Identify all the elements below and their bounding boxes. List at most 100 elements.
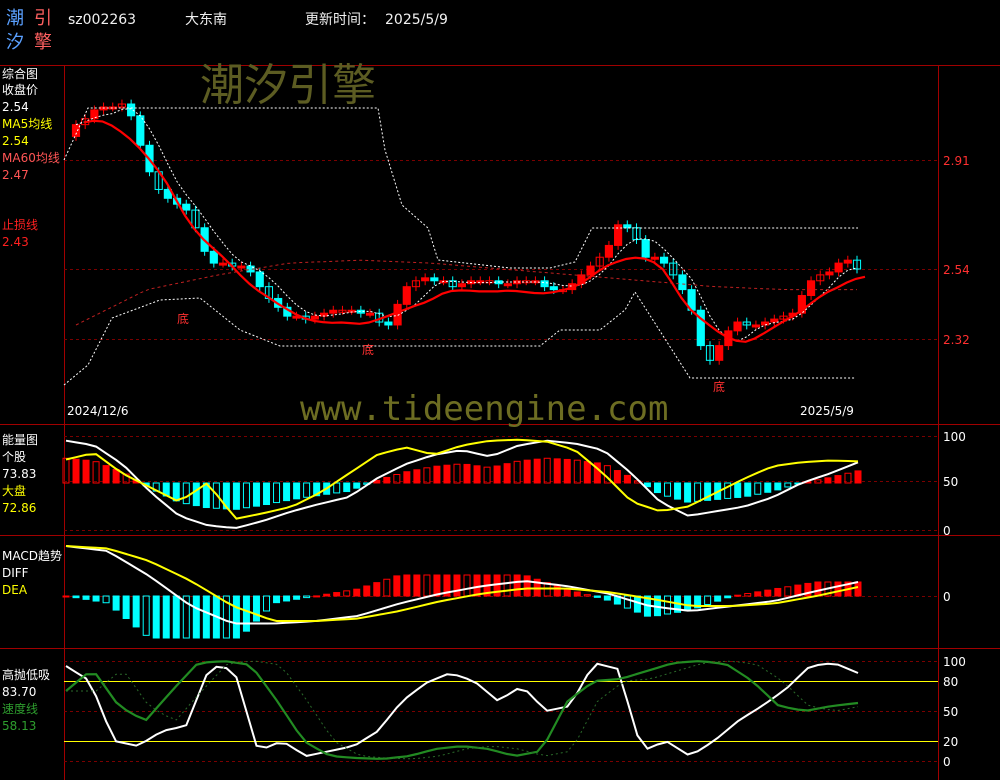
main-price-chart xyxy=(63,99,866,386)
energy-bar xyxy=(764,482,772,493)
macd-bar xyxy=(273,595,281,604)
macd-bar xyxy=(413,574,421,597)
candle-body xyxy=(421,277,430,282)
macd-bar xyxy=(774,587,782,597)
energy-market-value: 72.86 xyxy=(2,501,36,515)
energy-bar xyxy=(413,469,421,484)
candle-body xyxy=(604,244,614,258)
candle-body xyxy=(843,259,852,264)
energy-bar xyxy=(172,482,180,502)
legend-ma60-value: 2.47 xyxy=(2,168,29,182)
energy-bar xyxy=(273,482,281,504)
macd-bar xyxy=(112,595,120,611)
macd-bar xyxy=(252,595,260,622)
candle-body xyxy=(402,286,411,305)
y-tick-main-2: 2.54 xyxy=(943,263,970,277)
energy-bar xyxy=(503,463,511,484)
candle-body xyxy=(384,321,393,326)
y-tick-tide-100: 100 xyxy=(943,655,966,669)
tide-speed-label: 速度线 xyxy=(2,701,38,716)
energy-bar xyxy=(62,457,70,484)
y-tick-main-1: 2.91 xyxy=(943,154,970,168)
energy-bar xyxy=(383,476,391,484)
macd-bar xyxy=(734,594,742,597)
candle-body xyxy=(237,265,246,269)
energy-bar xyxy=(774,482,782,491)
candle-body xyxy=(127,103,136,117)
candle-body xyxy=(770,318,779,323)
energy-bar xyxy=(563,458,571,484)
candle-body xyxy=(255,271,264,288)
energy-bar xyxy=(533,458,541,484)
candle-body xyxy=(540,280,549,288)
tide-legend: 高抛低吸 83.70 速度线 58.13 xyxy=(2,667,50,733)
lower-channel xyxy=(63,291,856,386)
energy-bar xyxy=(674,482,682,500)
candle-body xyxy=(806,280,816,297)
legend-close-value: 2.54 xyxy=(2,100,29,114)
right-axis: 2.91 2.54 2.32 100 50 0 0 100 80 50 20 0 xyxy=(943,154,970,769)
energy-bar xyxy=(623,474,631,484)
energy-bar xyxy=(573,459,581,484)
energy-bar xyxy=(283,482,291,502)
header: 潮 引 汐 擎 sz002263 大东南 更新时间： 2025/5/9 xyxy=(6,8,448,53)
energy-bar xyxy=(263,482,271,506)
legend-ma60-label: MA60均线 xyxy=(2,151,60,165)
y-tick-main-3: 2.32 xyxy=(943,333,970,347)
macd-bar xyxy=(62,595,70,598)
macd-chart xyxy=(62,545,862,639)
macd-bar xyxy=(172,595,180,639)
energy-bar xyxy=(834,475,842,484)
candle-body xyxy=(751,324,761,328)
chart-canvas: 潮 引 汐 擎 sz002263 大东南 更新时间： 2025/5/9 潮汐引擎… xyxy=(0,8,1000,780)
site-watermark: www.tideengine.com xyxy=(300,389,668,429)
candle-body xyxy=(430,277,439,282)
energy-bar xyxy=(242,482,250,509)
y-tick-macd-0: 0 xyxy=(943,590,951,604)
energy-bar xyxy=(784,482,792,488)
energy-bar xyxy=(824,477,832,484)
energy-bar xyxy=(553,458,561,484)
y-tick-tide-50: 50 xyxy=(943,705,958,719)
candle-body xyxy=(586,265,595,276)
macd-dea-line xyxy=(65,545,859,622)
energy-bar xyxy=(293,482,301,500)
logo-char-3: 汐 xyxy=(6,32,24,53)
legend-stop-value: 2.43 xyxy=(2,235,29,249)
macd-bar xyxy=(162,595,170,639)
macd-bar xyxy=(513,574,521,597)
macd-bar xyxy=(573,591,581,597)
candle-body xyxy=(182,203,191,211)
macd-bar xyxy=(714,595,722,602)
candle-body xyxy=(733,321,742,332)
candle-body xyxy=(90,109,99,120)
macd-bar xyxy=(383,578,391,597)
macd-bar xyxy=(583,594,591,597)
y-tick-tide-20: 20 xyxy=(943,735,958,749)
candle-body xyxy=(365,312,375,316)
macd-bar xyxy=(353,588,361,597)
logo-char-2: 引 xyxy=(34,8,52,29)
candle-body xyxy=(641,239,650,258)
energy-market-label: 大盘 xyxy=(2,483,26,498)
macd-bar xyxy=(593,595,601,598)
bottom-marker-3: 底 xyxy=(713,379,725,394)
x-label-start: 2024/12/6 xyxy=(67,404,129,418)
macd-bar xyxy=(333,592,341,597)
macd-legend: MACD趋势 DIFF DEA xyxy=(2,549,62,597)
energy-bar xyxy=(423,467,431,484)
macd-bar xyxy=(463,574,471,597)
macd-bar xyxy=(814,581,822,597)
macd-bar xyxy=(102,595,110,604)
update-label: 更新时间： xyxy=(305,12,375,28)
energy-title: 能量图 xyxy=(2,433,38,447)
macd-bar xyxy=(704,595,712,606)
macd-dea-label: DEA xyxy=(2,583,28,597)
candle-body xyxy=(650,256,659,260)
macd-bar xyxy=(132,595,140,628)
macd-bar xyxy=(202,595,210,639)
macd-bar xyxy=(393,575,401,597)
ma5-line xyxy=(75,108,858,342)
energy-bar xyxy=(483,466,491,484)
energy-bar xyxy=(353,482,361,489)
